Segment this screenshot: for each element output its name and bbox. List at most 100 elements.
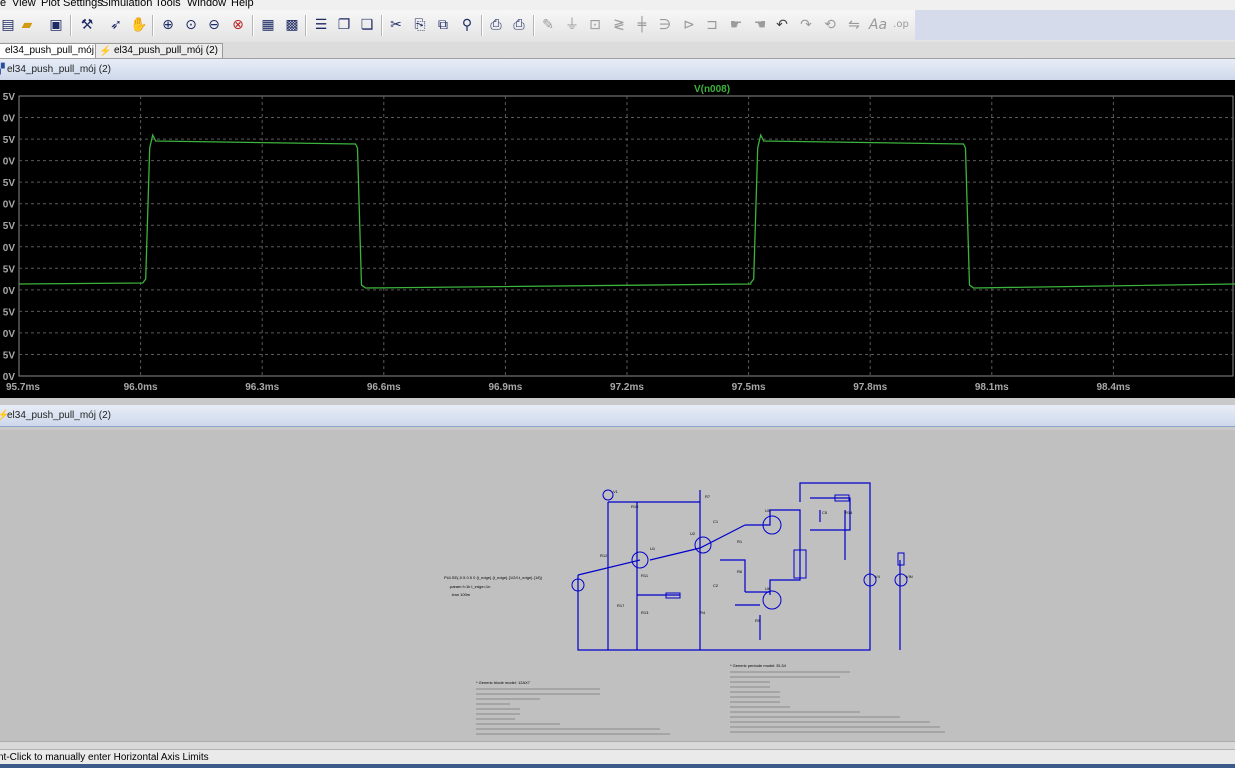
toolbar-empty-area <box>915 10 1235 40</box>
zoom-cancel-icon[interactable]: ⊗ <box>228 15 248 35</box>
mirror-icon[interactable]: ⇋ <box>844 15 864 35</box>
menu-bar: e View Plot Settings Simulation Tools Wi… <box>0 0 1235 10</box>
y-tick-label: 0V <box>3 243 16 254</box>
component-label: R10 <box>631 504 639 509</box>
component-label: R5 <box>755 618 761 623</box>
component-label: U1 <box>650 546 656 551</box>
menu-plot-settings[interactable]: Plot Settings <box>41 0 103 10</box>
component-label: VIN <box>906 574 913 579</box>
ground-icon[interactable]: ⏚ <box>562 15 582 35</box>
waveform-icon: ▞ <box>0 64 5 75</box>
autorange-icon[interactable]: ▦ <box>258 15 278 35</box>
drag-icon[interactable]: ☚ <box>750 15 770 35</box>
x-tick-label: 98.1ms <box>975 382 1009 393</box>
tab-bar: el34_push_pull_mój (2) ⚡ el34_push_pull_… <box>0 42 1235 59</box>
text-icon[interactable]: Aa <box>868 15 888 35</box>
x-tick-label: 96.0ms <box>124 382 158 393</box>
control-panel-icon[interactable]: ⚒ <box>77 15 97 35</box>
triode-model-comment: * Generic triode model: 12AX7 <box>476 680 531 685</box>
resistor-icon[interactable]: ≷ <box>609 15 629 35</box>
print-preview-icon[interactable]: ⎙ <box>486 15 506 35</box>
y-tick-label: 5V <box>3 92 16 103</box>
move-icon[interactable]: ☛ <box>726 15 746 35</box>
toolbar-separator <box>533 15 535 36</box>
cascade-icon[interactable]: ❐ <box>334 15 354 35</box>
tile-vertical-icon[interactable]: ❏ <box>357 15 377 35</box>
zoom-in-icon[interactable]: ⊕ <box>158 15 178 35</box>
x-tick-label: 96.9ms <box>488 382 522 393</box>
y-tick-label: 0V <box>3 286 16 297</box>
schematic-pane-title[interactable]: ⚡ el34_push_pull_mój (2) <box>0 405 1235 427</box>
menu-tools[interactable]: Tools <box>155 0 181 10</box>
menu-window[interactable]: Window <box>187 0 226 10</box>
rotate-icon[interactable]: ⟲ <box>820 15 840 35</box>
trace-name-label[interactable]: V(n008) <box>694 84 730 95</box>
spice-directive-icon[interactable]: .op <box>891 15 911 35</box>
undo-icon[interactable]: ↶ <box>772 15 792 35</box>
menu-simulation[interactable]: Simulation <box>101 0 152 10</box>
plot-pane-title[interactable]: ▞ el34_push_pull_mój (2) <box>0 59 1235 81</box>
y-tick-label: 0V <box>3 200 16 211</box>
copy-icon[interactable]: ⧉ <box>433 15 453 35</box>
inductor-icon[interactable]: ∋ <box>655 15 675 35</box>
redo-icon[interactable]: ↷ <box>796 15 816 35</box>
component-label: V4 <box>875 574 881 579</box>
y-tick-label: 0V <box>3 329 16 340</box>
component-label: R4 <box>700 610 706 615</box>
label-net-icon[interactable]: ⊡ <box>585 15 605 35</box>
component-icon[interactable]: ⊐ <box>702 15 722 35</box>
manual-limits-icon[interactable]: ▩ <box>282 15 302 35</box>
copy-icon[interactable]: ⎘ <box>410 15 430 35</box>
x-tick-label: 95.7ms <box>6 382 40 393</box>
run-icon[interactable]: ➶ <box>106 15 126 35</box>
schematic-components <box>571 489 908 610</box>
halt-icon[interactable]: ✋ <box>129 15 149 35</box>
menu-file[interactable]: e <box>0 0 6 10</box>
menu-help[interactable]: Help <box>231 0 254 10</box>
component-label: R13 <box>641 610 649 615</box>
toolbar-separator <box>381 15 383 36</box>
x-tick-label: 96.3ms <box>245 382 279 393</box>
diode-icon[interactable]: ⊳ <box>679 15 699 35</box>
component-label: C5 <box>822 510 828 515</box>
param-directive[interactable]: .param f=1k t_edge=1n <box>449 584 490 589</box>
schematic-drawing: V1 R10 R7 U1 U2 U5 U6 R12 R17 R11 R13 C1… <box>444 482 945 735</box>
print-icon[interactable]: ⎙ <box>509 15 529 35</box>
source-directive[interactable]: PULSE(-0.5 0.5 0 {t_edge} {t_edge} {1/2/… <box>444 575 543 580</box>
schematic-wires <box>577 482 901 651</box>
pentode-model-comment: * Generic pentode model: EL34 <box>730 663 787 668</box>
menu-view[interactable]: View <box>12 0 36 10</box>
zoom-fit-icon[interactable]: ⊙ <box>181 15 201 35</box>
cut-icon[interactable]: ✂ <box>386 15 406 35</box>
toolbar-separator <box>152 15 154 36</box>
schematic-directives: PULSE(-0.5 0.5 0 {t_edge} {t_edge} {1/2/… <box>444 575 787 685</box>
taskbar-edge <box>0 764 1235 768</box>
x-tick-label: 98.4ms <box>1096 382 1130 393</box>
folder-new-icon[interactable]: ▤ <box>0 15 18 35</box>
capacitor-icon[interactable]: ╪ <box>632 15 652 35</box>
folder-open-icon[interactable]: ▰ <box>17 15 37 35</box>
tran-directive[interactable]: .tran 100m <box>451 592 471 597</box>
y-axis-labels: 5V0V5V0V5V0V5V0V5V0V5V0V5V0V <box>3 92 16 383</box>
x-tick-label: 96.6ms <box>367 382 401 393</box>
tab-schematic[interactable]: ⚡ el34_push_pull_mój (2) <box>95 43 223 58</box>
find-icon[interactable]: ⚲ <box>457 15 477 35</box>
zoom-out-icon[interactable]: ⊖ <box>204 15 224 35</box>
waveform-plot[interactable]: 5V0V5V0V5V0V5V0V5V0V5V0V5V0V 95.7ms 96.0m… <box>0 80 1235 398</box>
status-text: nt-Click to manually enter Horizontal Ax… <box>0 752 209 763</box>
y-tick-label: 5V <box>3 135 16 146</box>
y-tick-label: 0V <box>3 157 16 168</box>
schematic-canvas[interactable]: V1 R10 R7 U1 U2 U5 U6 R12 R17 R11 R13 C1… <box>0 430 1235 741</box>
y-tick-label: 5V <box>3 350 16 361</box>
component-label: R11 <box>641 573 649 578</box>
toolbar-separator <box>481 15 483 36</box>
schematic-pane-title-text: el34_push_pull_mój (2) <box>7 410 111 421</box>
save-icon[interactable]: ▣ <box>46 15 66 35</box>
tab-label: el34_push_pull_mój (2) <box>114 45 218 56</box>
wire-icon[interactable]: ✎ <box>538 15 558 35</box>
y-tick-label: 5V <box>3 178 16 189</box>
plot-frame <box>18 95 1234 377</box>
tile-horizontal-icon[interactable]: ☰ <box>311 15 331 35</box>
component-label: R14 <box>845 510 853 515</box>
x-tick-label: 97.2ms <box>610 382 644 393</box>
